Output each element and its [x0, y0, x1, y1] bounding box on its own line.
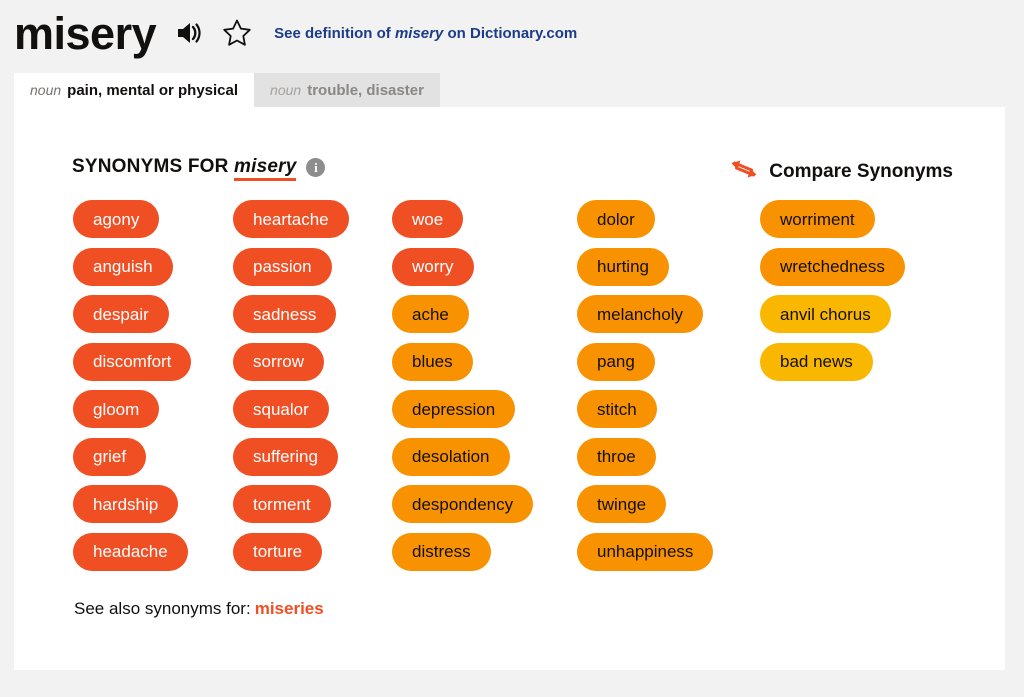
synonym-pill[interactable]: hardship [73, 485, 179, 523]
tab-label: trouble, disaster [307, 81, 424, 99]
synonym-pill[interactable]: sadness [233, 295, 337, 333]
tab-trouble-disaster[interactable]: noun trouble, disaster [254, 73, 440, 107]
tab-part-of-speech: noun [270, 82, 302, 98]
synonym-pill[interactable]: headache [73, 532, 188, 571]
synonym-pill[interactable]: bad news [760, 342, 873, 381]
see-also-link-miseries[interactable]: miseries [255, 599, 324, 618]
synonym-column-3: woe worry ache blues depression desolati… [392, 200, 577, 580]
synonym-pill[interactable]: squalor [233, 390, 329, 428]
see-also-row: See also synonyms for: miseries [74, 599, 324, 619]
star-outline-icon[interactable] [222, 18, 252, 48]
synonym-pill[interactable]: grief [73, 437, 147, 476]
pos-tabs: noun pain, mental or physical noun troub… [14, 73, 440, 107]
synonym-pill[interactable]: anvil chorus [760, 295, 891, 333]
synonym-pill[interactable]: anguish [73, 247, 173, 286]
synonym-column-1: agony anguish despair discomfort gloom g… [73, 200, 233, 580]
synonyms-card: SYNONYMS FOR misery i Compare Synonyms a… [14, 107, 1005, 670]
synonym-pill[interactable]: despondency [392, 485, 534, 523]
synonym-pill[interactable]: sorrow [233, 342, 325, 381]
synonym-pill[interactable]: gloom [73, 390, 160, 428]
speaker-audio-icon[interactable] [174, 19, 204, 47]
synonym-pill[interactable]: hurting [577, 247, 669, 286]
synonym-column-4: dolor hurting melancholy pang stitch thr… [577, 200, 760, 580]
see-definition-prefix: See definition of [274, 24, 391, 42]
synonym-pill[interactable]: wretchedness [760, 247, 905, 286]
synonym-pill[interactable]: stitch [577, 390, 657, 428]
synonym-pill[interactable]: heartache [233, 200, 349, 238]
synonym-pill[interactable]: woe [392, 200, 464, 238]
synonym-pill[interactable]: pang [577, 342, 655, 381]
see-definition-suffix: on Dictionary.com [447, 24, 578, 42]
synonym-pill[interactable]: worry [392, 247, 474, 286]
synonym-pill[interactable]: throe [577, 437, 656, 476]
synonym-pill[interactable]: twinge [577, 485, 667, 523]
synonym-pill[interactable]: torture [233, 532, 323, 571]
page-header: misery See definition of misery on Dicti… [14, 4, 577, 62]
section-title: SYNONYMS FOR misery [72, 156, 297, 181]
tab-part-of-speech: noun [30, 82, 62, 98]
section-title-prefix: SYNONYMS FOR [72, 156, 229, 177]
compare-arrows-icon [729, 157, 759, 186]
synonym-pill[interactable]: suffering [233, 437, 338, 476]
tab-label: pain, mental or physical [67, 81, 239, 99]
see-also-label: See also synonyms for: [74, 599, 251, 618]
synonyms-heading: SYNONYMS FOR misery i [72, 156, 326, 181]
synonym-pill[interactable]: melancholy [577, 295, 703, 333]
synonym-pill[interactable]: distress [392, 532, 491, 571]
synonym-pill[interactable]: desolation [392, 437, 510, 476]
synonym-pill[interactable]: torment [233, 485, 331, 523]
synonym-pill[interactable]: depression [392, 390, 516, 428]
synonym-column-2: heartache passion sadness sorrow squalor… [233, 200, 392, 580]
synonym-pill[interactable]: despair [73, 295, 169, 333]
synonym-pill[interactable]: worriment [760, 200, 875, 238]
synonym-pill[interactable]: passion [233, 247, 332, 286]
page-title: misery [14, 7, 157, 59]
compare-synonyms-button[interactable]: Compare Synonyms [729, 157, 953, 186]
synonyms-grid: agony anguish despair discomfort gloom g… [73, 200, 940, 580]
tab-pain-mental-or-physical[interactable]: noun pain, mental or physical [14, 73, 255, 107]
info-circle-icon[interactable]: i [306, 157, 326, 177]
synonym-column-5: worriment wretchedness anvil chorus bad … [760, 200, 940, 390]
synonym-pill[interactable]: agony [73, 200, 160, 238]
synonym-pill[interactable]: discomfort [73, 342, 192, 381]
see-definition-link[interactable]: See definition of misery on Dictionary.c… [274, 25, 577, 42]
compare-synonyms-label: Compare Synonyms [769, 160, 953, 182]
synonym-pill[interactable]: blues [392, 342, 473, 381]
synonym-pill[interactable]: unhappiness [577, 532, 714, 571]
synonym-pill[interactable]: dolor [577, 200, 655, 238]
section-target-word: misery [234, 156, 297, 181]
synonym-pill[interactable]: ache [392, 295, 469, 333]
see-definition-word: misery [394, 24, 444, 42]
